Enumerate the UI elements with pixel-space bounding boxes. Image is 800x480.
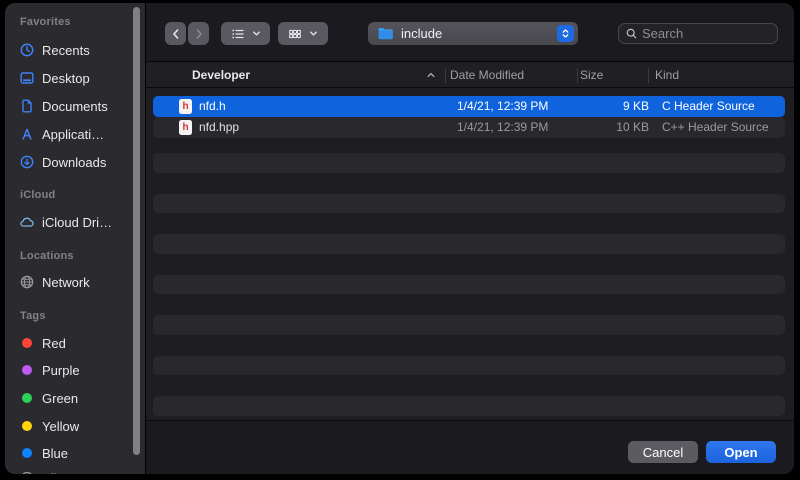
sidebar-item-icloud-drive[interactable]: iCloud Dri…: [19, 212, 129, 232]
red-tag-dot-icon: [19, 335, 35, 351]
column-header-kind[interactable]: Kind: [655, 63, 679, 88]
file-kind: C Header Source: [662, 96, 755, 117]
sort-ascending-icon: [424, 68, 438, 82]
file-list: h nfd.h 1/4/21, 12:39 PM 9 KB C Header S…: [146, 89, 794, 420]
file-date-modified: 1/4/21, 12:39 PM: [457, 96, 548, 117]
chevron-down-icon: [251, 28, 262, 39]
folder-icon: [377, 26, 394, 41]
app-store-icon: [19, 126, 35, 142]
download-circle-icon: [19, 154, 35, 170]
sidebar-item-documents[interactable]: Documents: [19, 96, 129, 116]
sidebar-item-tag-blue[interactable]: Blue: [19, 443, 129, 463]
sidebar-item-desktop[interactable]: Desktop: [19, 68, 129, 88]
sidebar-item-label: Network: [42, 275, 90, 290]
chevron-left-icon: [169, 27, 183, 41]
sidebar: Favorites Recents Desktop Documents Appl…: [5, 3, 145, 474]
column-header-size[interactable]: Size: [580, 63, 603, 88]
sidebar-item-label: Red: [42, 336, 66, 351]
sidebar-item-network[interactable]: Network: [19, 272, 129, 292]
open-file-dialog: Favorites Recents Desktop Documents Appl…: [5, 3, 794, 474]
file-size: 9 KB: [587, 96, 649, 117]
folder-dropdown[interactable]: include: [368, 22, 578, 45]
dialog-footer: Cancel Open: [146, 420, 794, 474]
open-button[interactable]: Open: [706, 441, 776, 463]
green-tag-dot-icon: [19, 390, 35, 406]
sidebar-item-tag-yellow[interactable]: Yellow: [19, 416, 129, 436]
sidebar-item-recents[interactable]: Recents: [19, 40, 129, 60]
sidebar-item-tag-green[interactable]: Green: [19, 388, 129, 408]
header-file-icon: h: [179, 120, 192, 141]
forward-button[interactable]: [188, 22, 209, 45]
table-header: Developer Date Modified Size Kind: [146, 63, 794, 88]
clock-icon: [19, 42, 35, 58]
column-header-date-modified[interactable]: Date Modified: [450, 63, 524, 88]
empty-stripe-row: [153, 234, 785, 254]
sidebar-item-tag-red[interactable]: Red: [19, 333, 129, 353]
file-row-nfd-hpp[interactable]: h nfd.hpp 1/4/21, 12:39 PM 10 KB C++ Hea…: [153, 117, 785, 138]
toolbar: include: [146, 3, 794, 62]
column-header-name[interactable]: Developer: [192, 63, 250, 88]
file-name: nfd.h: [199, 96, 226, 117]
search-icon: [625, 27, 638, 40]
list-view-icon: [230, 26, 246, 42]
sidebar-item-label: Green: [42, 391, 78, 406]
sidebar-item-downloads[interactable]: Downloads: [19, 152, 129, 172]
sidebar-item-label: Documents: [42, 99, 108, 114]
column-divider[interactable]: [577, 68, 578, 83]
empty-stripe-row: [153, 153, 785, 173]
sidebar-section-icloud: iCloud: [20, 189, 55, 201]
chevron-down-icon: [308, 28, 319, 39]
yellow-tag-dot-icon: [19, 418, 35, 434]
file-row-nfd-h[interactable]: h nfd.h 1/4/21, 12:39 PM 9 KB C Header S…: [153, 96, 785, 117]
chevron-right-icon: [192, 27, 206, 41]
sidebar-item-label: Blue: [42, 446, 68, 461]
grid-view-icon: [287, 26, 303, 42]
desktop-icon: [19, 70, 35, 86]
empty-stripe-row: [153, 194, 785, 214]
sidebar-item-label: Downloads: [42, 155, 106, 170]
sidebar-section-locations: Locations: [20, 250, 74, 262]
search-input[interactable]: [642, 26, 771, 41]
empty-stripe-row: [153, 396, 785, 416]
blue-tag-dot-icon: [19, 445, 35, 461]
sidebar-item-all-tags[interactable]: All Tags: [19, 468, 129, 474]
column-divider[interactable]: [445, 68, 446, 83]
stepper-icon: [557, 25, 574, 42]
file-kind: C++ Header Source: [662, 117, 769, 138]
empty-stripe-row: [153, 356, 785, 376]
document-icon: [19, 98, 35, 114]
cancel-button[interactable]: Cancel: [628, 441, 698, 463]
empty-stripe-row: [153, 315, 785, 335]
sidebar-item-label: Recents: [42, 43, 90, 58]
sidebar-item-label: iCloud Dri…: [42, 215, 112, 230]
sidebar-item-label: Yellow: [42, 419, 79, 434]
column-divider[interactable]: [648, 68, 649, 83]
list-view-button[interactable]: [221, 22, 270, 45]
file-size: 10 KB: [587, 117, 649, 138]
folder-dropdown-label: include: [401, 26, 557, 41]
file-name: nfd.hpp: [199, 117, 239, 138]
sidebar-scrollbar[interactable]: [133, 7, 140, 455]
sidebar-item-label: Applicati…: [42, 127, 104, 142]
circle-icon: [19, 470, 35, 474]
main-panel: include Developer Date Modified Size: [146, 3, 794, 474]
sidebar-item-label: Desktop: [42, 71, 90, 86]
file-date-modified: 1/4/21, 12:39 PM: [457, 117, 548, 138]
sidebar-item-label: Purple: [42, 363, 80, 378]
sidebar-item-label: All Tags: [42, 471, 87, 475]
search-field[interactable]: [618, 23, 778, 44]
sidebar-section-favorites: Favorites: [20, 16, 71, 28]
sidebar-section-tags: Tags: [20, 310, 46, 322]
empty-stripe-row: [153, 275, 785, 295]
purple-tag-dot-icon: [19, 362, 35, 378]
back-button[interactable]: [165, 22, 186, 45]
grid-view-button[interactable]: [278, 22, 328, 45]
globe-icon: [19, 274, 35, 290]
sidebar-item-tag-purple[interactable]: Purple: [19, 360, 129, 380]
sidebar-item-applications[interactable]: Applicati…: [19, 124, 129, 144]
cloud-icon: [19, 214, 35, 230]
